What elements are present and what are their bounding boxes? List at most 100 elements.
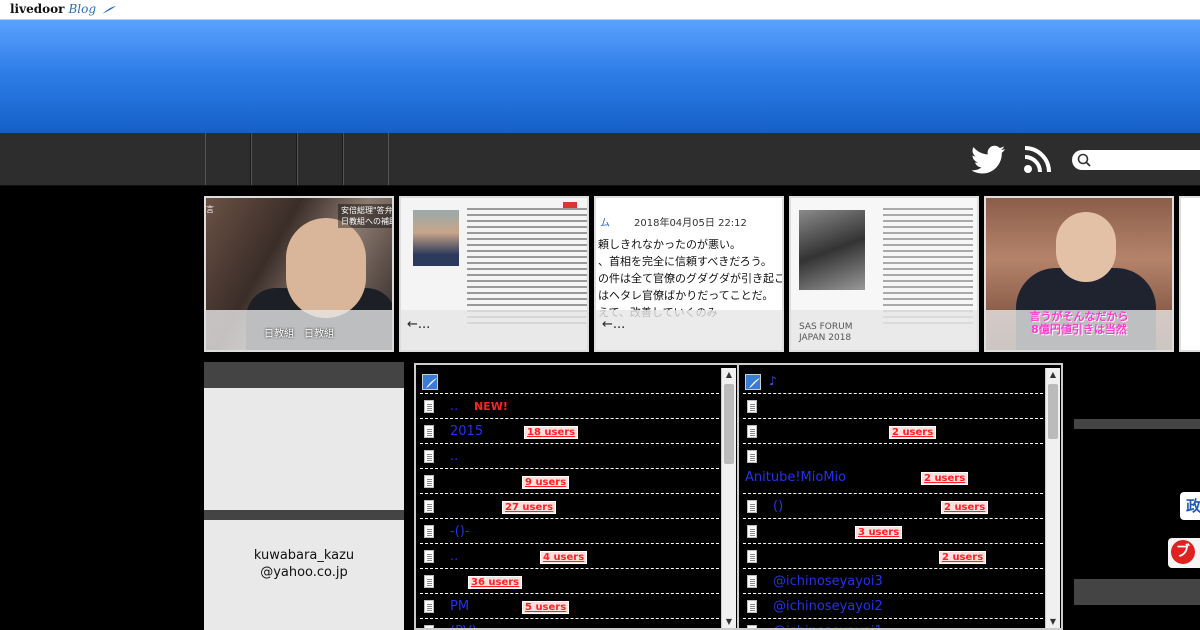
nav-tab[interactable] xyxy=(297,133,343,185)
article-thumbnail[interactable]: ←... xyxy=(399,196,589,352)
feed-row-title[interactable]: .. xyxy=(450,549,458,564)
antenna-feed-right[interactable]: ♪ 2 users Anitube!MioMio 2 users () 2 users 3… xyxy=(737,363,1063,630)
feed-list: ♪ 2 users Anitube!MioMio 2 users () 2 users 3… xyxy=(743,369,1043,628)
twitter-icon[interactable] xyxy=(972,145,1006,175)
bookmark-users-badge[interactable]: 36 users xyxy=(468,576,523,589)
blog-ranking-banner[interactable]: ブ xyxy=(1168,538,1200,568)
thumb-text: 頼しきれなかったのが悪い。 、首相を完全に信頼すべきだろう。 の件は全て官僚のグ… xyxy=(598,236,782,321)
sidebar-header xyxy=(204,510,404,520)
feed-row[interactable] xyxy=(743,394,1043,419)
feed-row[interactable]: PM 5 users xyxy=(420,594,719,619)
thumb-text-line: 頼しきれなかったのが悪い。 xyxy=(598,238,741,251)
document-icon xyxy=(424,550,434,563)
feed-row[interactable]: 2 users xyxy=(743,544,1043,569)
bookmark-users-badge[interactable]: 5 users xyxy=(522,601,570,614)
document-icon xyxy=(424,500,434,513)
feed-row-title[interactable]: 2015 xyxy=(450,424,483,439)
feed-row-title[interactable]: (PV) xyxy=(450,624,477,628)
bookmark-users-badge[interactable]: 18 users xyxy=(524,426,579,439)
scroll-down-arrow-icon[interactable]: ▼ xyxy=(722,616,736,628)
document-icon xyxy=(747,525,757,538)
livedoor-bar: livedoor Blog xyxy=(0,0,1200,20)
feed-row[interactable]: 3 users xyxy=(743,519,1043,544)
sidebar-widget xyxy=(204,388,404,510)
bookmark-users-badge[interactable]: 2 users xyxy=(889,426,937,439)
document-icon xyxy=(424,625,434,628)
feed-row-title[interactable]: @ichinoseyayoi2 xyxy=(773,599,883,614)
bookmark-users-badge[interactable]: 2 users xyxy=(941,501,989,514)
scrollbar[interactable]: ▲ ▼ xyxy=(1045,368,1060,628)
feed-header: ♪ xyxy=(743,369,1043,394)
feed-row-title[interactable]: PM xyxy=(450,599,469,614)
thumb-photo xyxy=(413,210,459,266)
blog-header-banner xyxy=(0,20,1200,133)
nav-tab[interactable] xyxy=(251,133,297,185)
feed-row[interactable]: 9 users xyxy=(420,469,719,494)
thumb-title: SAS FORUM JAPAN 2018 xyxy=(799,322,853,343)
contact-email-domain: @yahoo.co.jp xyxy=(260,565,348,580)
article-thumbnail[interactable]: SAS FORUM JAPAN 2018 xyxy=(789,196,979,352)
feed-row-title[interactable]: .. xyxy=(450,449,458,464)
document-icon xyxy=(424,575,434,588)
thumb-photo-face xyxy=(1056,212,1116,282)
thumb-blue-mark: ム xyxy=(600,218,610,229)
feed-row[interactable]: @ichinoseyayoi2 xyxy=(743,594,1043,619)
thumb-caption: ←... xyxy=(602,317,626,332)
feed-row[interactable]: 2015 18 users xyxy=(420,419,719,444)
feed-row[interactable]: @ichinoseyayoi1 xyxy=(743,619,1043,628)
search-input[interactable] xyxy=(1072,150,1200,170)
feed-row-title[interactable]: @ichinoseyayoi1 xyxy=(773,624,883,628)
nav-tab[interactable] xyxy=(343,133,389,185)
nav-tab[interactable] xyxy=(205,133,251,185)
bookmark-users-badge[interactable]: 4 users xyxy=(540,551,588,564)
feed-row-title[interactable]: -()- xyxy=(450,524,470,539)
feed-row[interactable]: 2 users xyxy=(743,419,1043,444)
article-thumbnail[interactable]: 言うがそんなだから 8億円値引きは当然 xyxy=(984,196,1174,352)
bookmark-users-badge[interactable]: 3 users xyxy=(855,526,903,539)
feed-row[interactable]: () 2 users xyxy=(743,494,1043,519)
bookmark-users-badge[interactable]: 2 users xyxy=(939,551,987,564)
bookmark-users-badge[interactable]: 27 users xyxy=(502,501,557,514)
feed-row-title[interactable]: Anitube!MioMio xyxy=(745,470,846,485)
thumb-headline-left: 言 xyxy=(206,205,214,214)
feed-row[interactable]: .. NEW! xyxy=(420,394,719,419)
feed-row-title[interactable]: () xyxy=(773,499,783,514)
feed-row[interactable]: Anitube!MioMio 2 users xyxy=(743,444,1043,494)
bookmark-users-badge[interactable]: 9 users xyxy=(522,476,570,489)
scrollbar[interactable]: ▲ ▼ xyxy=(721,368,736,628)
feed-row[interactable]: -()- xyxy=(420,519,719,544)
scroll-down-arrow-icon[interactable]: ▼ xyxy=(1046,616,1060,628)
feed-logo-icon xyxy=(745,374,761,390)
article-thumbnail[interactable]: ム 2018年04月05日 22:12 頼しきれなかったのが悪い。 、首相を完全… xyxy=(594,196,784,352)
antenna-feed-left[interactable]: .. NEW! 2015 18 users.. 9 users 27 users -()-.… xyxy=(414,363,739,630)
document-icon xyxy=(747,450,757,463)
feed-row[interactable]: .. 4 users xyxy=(420,544,719,569)
article-thumbnail[interactable]: 言 安倍総理"答弁 日教組への補助 日教組 日教組 xyxy=(204,196,394,352)
document-icon xyxy=(747,625,757,628)
document-icon xyxy=(747,425,757,438)
scroll-up-arrow-icon[interactable]: ▲ xyxy=(1046,368,1060,382)
document-icon xyxy=(747,575,757,588)
feed-title[interactable]: ♪ xyxy=(769,374,777,388)
document-icon xyxy=(424,525,434,538)
feed-row[interactable]: @ichinoseyayoi3 xyxy=(743,569,1043,594)
rss-icon[interactable] xyxy=(1023,146,1053,174)
feed-row[interactable]: 36 users xyxy=(420,569,719,594)
feed-row-title[interactable]: @ichinoseyayoi3 xyxy=(773,574,883,589)
feed-row[interactable]: 27 users xyxy=(420,494,719,519)
article-thumbnail[interactable] xyxy=(1179,196,1200,352)
scroll-up-arrow-icon[interactable]: ▲ xyxy=(722,368,736,382)
scroll-thumb[interactable] xyxy=(724,384,734,464)
contact-email[interactable]: kuwabara_kazu @yahoo.co.jp xyxy=(204,520,404,581)
livedoor-blog-logo[interactable]: livedoor Blog xyxy=(10,2,117,16)
feed-row-title[interactable]: .. xyxy=(450,399,458,414)
feed-row[interactable]: (PV) xyxy=(420,619,719,628)
scroll-thumb[interactable] xyxy=(1048,384,1058,439)
feed-row[interactable]: .. xyxy=(420,444,719,469)
thumb-photo-face xyxy=(286,218,366,318)
right-sidebar-header xyxy=(1074,579,1200,605)
livedoor-logo-text: livedoor xyxy=(10,2,65,16)
search-icon xyxy=(1077,153,1091,167)
politics-blog-banner[interactable]: 政 xyxy=(1180,492,1200,520)
bookmark-users-badge[interactable]: 2 users xyxy=(921,472,969,485)
